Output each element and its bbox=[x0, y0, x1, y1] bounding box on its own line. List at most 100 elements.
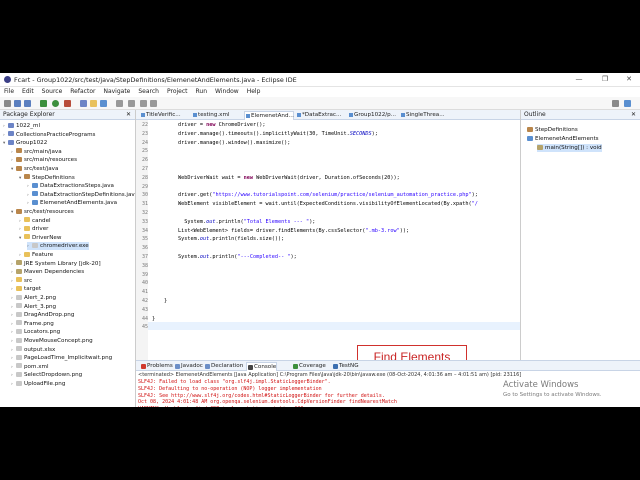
tree-item[interactable]: › DataExtractionsSteps.java bbox=[27, 182, 114, 190]
package-explorer-tab[interactable]: Package Explorer ✕ bbox=[0, 110, 135, 120]
close-view-icon[interactable]: ✕ bbox=[631, 110, 636, 120]
save-all-icon[interactable] bbox=[24, 100, 31, 107]
editor-tab-label: Group1022/p... bbox=[354, 112, 397, 118]
editor-tab[interactable]: TitleVerific... bbox=[140, 111, 190, 120]
tree-item[interactable]: ▾ Group1022 bbox=[3, 139, 47, 147]
watermark-subtitle: Go to Settings to activate Windows. bbox=[503, 392, 602, 398]
line-number-gutter: 22 23 24 25 26 27 28 29 30 31 32 33 34 35 36 37 38 39 40 41… bbox=[136, 120, 148, 360]
menu-help[interactable]: Help bbox=[247, 87, 261, 97]
debug-icon[interactable] bbox=[40, 100, 47, 107]
new-class-icon[interactable] bbox=[100, 100, 107, 107]
editor-tab-bar: TitleVerific... testing.xml ElemenetAnd...… bbox=[136, 110, 520, 120]
tree-item[interactable]: › UploadFile.png bbox=[11, 380, 65, 388]
folder-icon bbox=[24, 217, 30, 223]
menu-navigate[interactable]: Navigate bbox=[103, 87, 130, 97]
tree-item[interactable]: ▾ DriverNew bbox=[19, 234, 61, 242]
tree-item[interactable]: › JRE System Library [jdk-20] bbox=[11, 260, 101, 268]
tree-item-label: DriverNew bbox=[32, 234, 62, 241]
javadoc-icon bbox=[175, 364, 180, 369]
file-icon bbox=[16, 346, 22, 352]
tree-item[interactable]: ▾ src/test/java bbox=[11, 165, 58, 173]
console-tab-problems[interactable]: Problems bbox=[140, 362, 173, 371]
editor-tab[interactable]: Group1022/p... bbox=[348, 111, 398, 120]
close-button[interactable]: ✕ bbox=[622, 75, 636, 84]
menu-source[interactable]: Source bbox=[42, 87, 63, 97]
tree-item[interactable]: › driver bbox=[19, 225, 48, 233]
tree-item[interactable]: ▾ StepDefinitions bbox=[19, 174, 75, 182]
line-number: 24 bbox=[141, 139, 148, 146]
tree-item[interactable]: › output.xlsx bbox=[11, 346, 55, 354]
outline-item-label: main(String[]) : void bbox=[545, 145, 602, 151]
menu-file[interactable]: File bbox=[4, 87, 14, 97]
tree-item[interactable]: › Maven Dependencies bbox=[11, 268, 84, 276]
tree-item[interactable]: › Alert_3.png bbox=[11, 303, 56, 311]
search-icon[interactable] bbox=[116, 100, 123, 107]
menu-window[interactable]: Window bbox=[215, 87, 239, 97]
console-tab-console[interactable]: Console bbox=[246, 362, 278, 371]
outline-tab[interactable]: Outline ✕ bbox=[521, 110, 640, 120]
console-tab-testng[interactable]: TestNG bbox=[332, 362, 359, 371]
tree-item[interactable]: › candel bbox=[19, 217, 51, 225]
close-view-icon[interactable]: ✕ bbox=[126, 110, 131, 120]
new-package-icon[interactable] bbox=[90, 100, 97, 107]
tree-item[interactable]: › src bbox=[11, 277, 32, 285]
minimize-button[interactable]: — bbox=[572, 75, 586, 84]
tree-item[interactable]: › pom.xml bbox=[11, 363, 49, 371]
tree-item[interactable]: › ElemenetAndElements.java bbox=[27, 199, 117, 207]
maximize-button[interactable]: ❐ bbox=[598, 75, 612, 84]
editor-tab[interactable]: testing.xml bbox=[192, 111, 242, 120]
tree-item[interactable]: › chromedriver.exe bbox=[27, 242, 89, 251]
outline-item[interactable]: main(String[]) : void bbox=[537, 144, 602, 152]
tree-item[interactable]: › PageLoadTime_Implicitwait.png bbox=[11, 354, 112, 362]
tree-item[interactable]: › SelectDropdown.png bbox=[11, 371, 82, 379]
tree-item[interactable]: › CollectionsPracticePrograms bbox=[3, 131, 95, 139]
menu-edit[interactable]: Edit bbox=[22, 87, 34, 97]
tree-item[interactable]: › src/main/resources bbox=[11, 156, 77, 164]
tree-item[interactable]: › Feature bbox=[19, 251, 53, 259]
menu-run[interactable]: Run bbox=[196, 87, 208, 97]
line-number: 29 bbox=[141, 183, 148, 190]
tree-item[interactable]: › DataExtractionStepDefinitions.java bbox=[27, 191, 136, 199]
line-number: 40 bbox=[141, 280, 148, 287]
menu-search[interactable]: Search bbox=[138, 87, 159, 97]
package-explorer-tab-label: Package Explorer bbox=[3, 111, 55, 118]
tree-item[interactable]: › DragAndDrop.png bbox=[11, 311, 74, 319]
tree-item[interactable]: › src/main/java bbox=[11, 148, 62, 156]
console-tab-coverage[interactable]: Coverage bbox=[292, 362, 326, 371]
tree-item[interactable]: › Alert_2.png bbox=[11, 294, 56, 302]
project-icon bbox=[8, 131, 14, 137]
new-icon[interactable] bbox=[4, 100, 11, 107]
editor-tab[interactable]: ElemenetAnd... bbox=[244, 111, 294, 120]
perspective-icon[interactable] bbox=[612, 100, 619, 107]
tree-item-label: Maven Dependencies bbox=[24, 269, 85, 276]
save-icon[interactable] bbox=[14, 100, 21, 107]
java-perspective-icon[interactable] bbox=[624, 100, 631, 107]
editor-tab[interactable]: *DataExtrac... bbox=[296, 111, 346, 120]
editor-tab[interactable]: SingleThrea... bbox=[400, 111, 450, 120]
new-java-project-icon[interactable] bbox=[80, 100, 87, 107]
menu-project[interactable]: Project bbox=[167, 87, 188, 97]
back-icon[interactable] bbox=[140, 100, 147, 107]
next-annotation-icon[interactable] bbox=[128, 100, 135, 107]
tree-item[interactable]: › Frame.png bbox=[11, 320, 54, 328]
tree-item[interactable]: › MoveMouseConcept.png bbox=[11, 337, 93, 345]
console-tab-label: TestNG bbox=[339, 363, 359, 369]
java-file-icon bbox=[401, 113, 405, 117]
tree-item[interactable]: › Locators.png bbox=[11, 328, 60, 336]
line-number: 39 bbox=[141, 271, 148, 278]
code-line: WebDriverWait wait = new WebDriverWait(d… bbox=[178, 174, 400, 181]
forward-icon[interactable] bbox=[150, 100, 157, 107]
run-icon[interactable] bbox=[52, 100, 59, 107]
tree-item[interactable]: › target bbox=[11, 285, 41, 293]
outline-item[interactable]: ElemenetAndElements bbox=[527, 135, 599, 143]
tree-item[interactable]: ▾ src/test/resources bbox=[11, 208, 74, 216]
external-tools-icon[interactable] bbox=[64, 100, 71, 107]
folder-icon bbox=[24, 251, 30, 257]
tree-item-label: DataExtractionStepDefinitions.java bbox=[40, 191, 136, 198]
outline-item[interactable]: StepDefinitions bbox=[527, 126, 578, 134]
console-tab-declaration[interactable]: Declaration bbox=[204, 362, 243, 371]
console-tab-javadoc[interactable]: Javadoc bbox=[174, 362, 203, 371]
menu-refactor[interactable]: Refactor bbox=[70, 87, 95, 97]
tree-item-label: DragAndDrop.png bbox=[24, 312, 75, 319]
tree-item[interactable]: › 1022_ml bbox=[3, 122, 40, 130]
